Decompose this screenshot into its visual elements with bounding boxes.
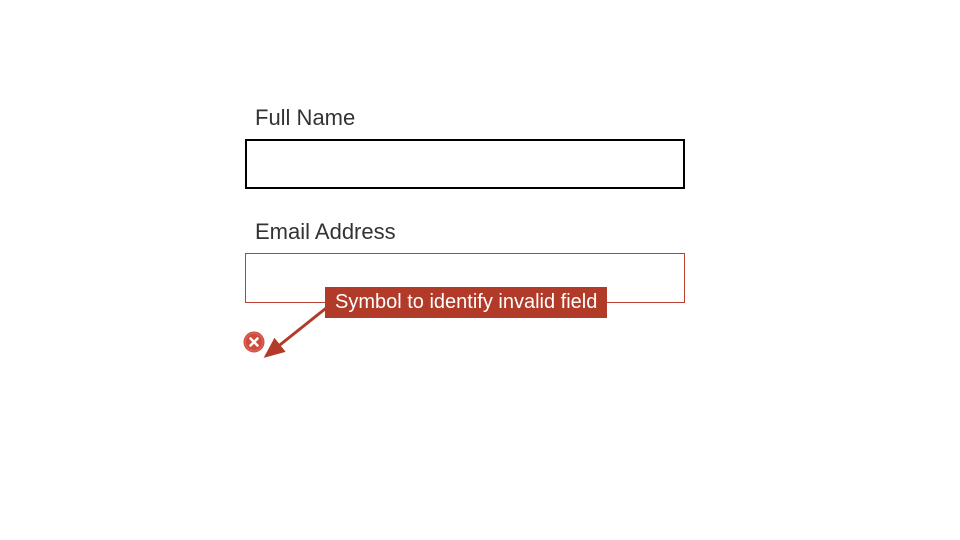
callout-label: Symbol to identify invalid field [325, 287, 607, 318]
error-x-icon [243, 331, 265, 353]
fullname-input[interactable] [245, 139, 685, 189]
field-group-fullname: Full Name [245, 105, 695, 189]
fullname-label: Full Name [245, 105, 695, 131]
email-label: Email Address [245, 219, 695, 245]
